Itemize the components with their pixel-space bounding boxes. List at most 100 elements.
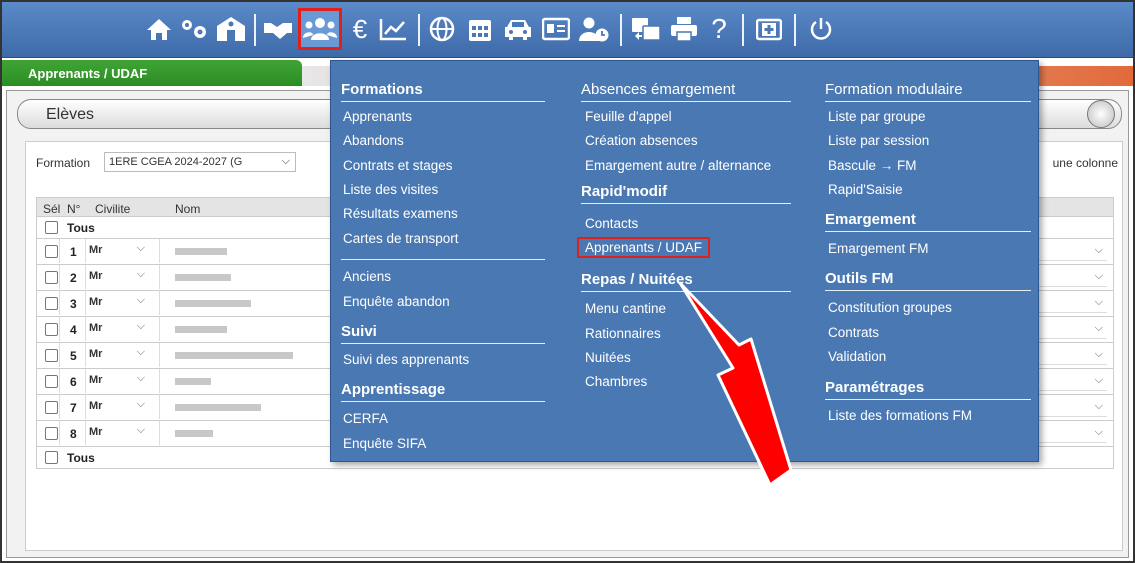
menu-item-formations-4[interactable]: Résultats examens: [343, 206, 458, 221]
civilite-select[interactable]: Mr ⌵: [85, 268, 151, 287]
toolbar-separator: [418, 14, 420, 46]
users-icon[interactable]: [298, 8, 342, 50]
menu-heading-outils-fm: Outils FM: [825, 270, 1031, 291]
menu-item-rapid-saisie[interactable]: Rapid'Saisie: [828, 182, 903, 197]
civilite-value: Mr: [89, 426, 103, 438]
home-icon[interactable]: [144, 10, 174, 48]
toolbar-separator: [254, 14, 256, 46]
menu-heading-apprentissage: Apprentissage: [341, 381, 545, 402]
menu-item-apprenants-udaf[interactable]: Apprenants / UDAF: [577, 237, 711, 258]
row-number: 4: [70, 323, 77, 337]
first-aid-icon[interactable]: [754, 10, 784, 48]
transfer-icon[interactable]: [630, 10, 662, 48]
select-all-checkbox[interactable]: [45, 221, 58, 234]
tous-label: Tous: [67, 221, 95, 235]
school-icon[interactable]: [215, 10, 247, 48]
menu-item-rationnaires[interactable]: Rationnaires: [585, 326, 661, 341]
menu-item-creation-absences[interactable]: Création absences: [585, 133, 698, 148]
civilite-select[interactable]: Mr ⌵: [85, 242, 151, 261]
help-icon[interactable]: ?: [706, 10, 732, 48]
select-all-checkbox[interactable]: [45, 451, 58, 464]
chart-icon[interactable]: [378, 10, 408, 48]
row-checkbox[interactable]: [45, 375, 58, 388]
civilite-select[interactable]: Mr ⌵: [85, 320, 151, 339]
chevron-down-icon: ⌵: [1094, 244, 1103, 256]
cell-divider: [159, 317, 160, 341]
print-icon[interactable]: [668, 10, 700, 48]
civilite-select[interactable]: Mr ⌵: [85, 294, 151, 313]
header-nom: Nom: [175, 202, 201, 216]
id-card-icon[interactable]: [540, 10, 572, 48]
column-option-label[interactable]: une colonne: [1053, 156, 1118, 170]
header-civilite: Civilite: [95, 202, 131, 216]
euro-icon[interactable]: €: [348, 10, 372, 48]
menu-item-enquete-sifa[interactable]: Enquête SIFA: [343, 436, 426, 451]
menu-item-suivi-apprenants[interactable]: Suivi des apprenants: [343, 352, 469, 367]
row-checkbox[interactable]: [45, 271, 58, 284]
menu-item-formations-extra-1[interactable]: Enquête abandon: [343, 294, 450, 309]
power-icon[interactable]: [806, 10, 836, 48]
redacted-name: [175, 300, 251, 307]
menu-heading-rapid-modif: Rapid'modif: [581, 183, 791, 204]
chevron-down-icon: ⌵: [281, 155, 290, 167]
civilite-select[interactable]: Mr ⌵: [85, 372, 151, 391]
formation-label: Formation: [36, 156, 91, 170]
menu-item-menu-cantine[interactable]: Menu cantine: [585, 301, 666, 316]
settings-icon[interactable]: [177, 10, 211, 48]
globe-icon[interactable]: [427, 10, 457, 48]
civilite-select[interactable]: Mr ⌵: [85, 346, 151, 365]
menu-item-constitution-groupes[interactable]: Constitution groupes: [828, 300, 952, 315]
chevron-down-icon: ⌵: [136, 320, 145, 332]
cell-divider: [159, 343, 160, 367]
panel-title: Elèves: [46, 106, 95, 123]
menu-item-nuitees[interactable]: Nuitées: [585, 350, 631, 365]
menu-item-formations-2[interactable]: Contrats et stages: [343, 158, 453, 173]
chevron-down-icon: ⌵: [136, 242, 145, 254]
menu-item-feuille-appel[interactable]: Feuille d'appel: [585, 109, 672, 124]
panel-action-button[interactable]: [1087, 100, 1115, 128]
menu-item-emargement-fm[interactable]: Emargement FM: [828, 241, 929, 256]
formation-select[interactable]: 1ERE CGEA 2024-2027 (G­ ⌵: [104, 152, 296, 172]
menu-item-contacts[interactable]: Contacts: [585, 216, 638, 231]
row-checkbox[interactable]: [45, 349, 58, 362]
car-icon[interactable]: [502, 10, 534, 48]
row-checkbox[interactable]: [45, 245, 58, 258]
menu-item-contrats[interactable]: Contrats: [828, 325, 879, 340]
row-checkbox[interactable]: [45, 401, 58, 414]
menu-item-liste-groupe[interactable]: Liste par groupe: [828, 109, 926, 124]
active-tab[interactable]: Apprenants / UDAF: [2, 60, 302, 86]
cell-divider: [159, 265, 160, 289]
menu-item-emargement-alternance[interactable]: Emargement autre / alternance: [585, 158, 771, 173]
cell-divider: [59, 239, 60, 263]
menu-item-liste-session[interactable]: Liste par session: [828, 133, 929, 148]
chevron-down-icon: ⌵: [136, 398, 145, 410]
toolbar-separator: [620, 14, 622, 46]
row-checkbox[interactable]: [45, 323, 58, 336]
civilite-value: Mr: [89, 244, 103, 256]
cell-divider: [159, 421, 160, 445]
chevron-down-icon: ⌵: [1094, 348, 1103, 360]
menu-item-validation[interactable]: Validation: [828, 349, 886, 364]
civilite-select[interactable]: Mr ⌵: [85, 398, 151, 417]
civilite-value: Mr: [89, 374, 103, 386]
handshake-icon[interactable]: [262, 10, 294, 48]
user-clock-icon[interactable]: [578, 10, 610, 48]
cell-divider: [59, 343, 60, 367]
menu-item-formations-extra-0[interactable]: Anciens: [343, 269, 391, 284]
civilite-select[interactable]: Mr ⌵: [85, 424, 151, 443]
menu-item-formations-1[interactable]: Abandons: [343, 133, 404, 148]
menu-heading-emargement: Emargement: [825, 211, 1031, 232]
menu-item-formations-3[interactable]: Liste des visites: [343, 182, 438, 197]
menu-item-cerfa[interactable]: CERFA: [343, 411, 388, 426]
menu-item-chambres[interactable]: Chambres: [585, 374, 647, 389]
cell-divider: [159, 395, 160, 419]
menu-item-bascule-fm[interactable]: Bascule → FM: [828, 158, 917, 173]
row-checkbox[interactable]: [45, 427, 58, 440]
menu-item-formations-0[interactable]: Apprenants: [343, 109, 412, 124]
menu-item-liste-formations-fm[interactable]: Liste des formations FM: [828, 408, 972, 423]
menu-item-formations-5[interactable]: Cartes de transport: [343, 231, 459, 246]
formation-value: 1ERE CGEA 2024-2027 (G­: [109, 156, 243, 168]
row-number: 5: [70, 349, 77, 363]
row-checkbox[interactable]: [45, 297, 58, 310]
calendar-icon[interactable]: [465, 10, 495, 48]
